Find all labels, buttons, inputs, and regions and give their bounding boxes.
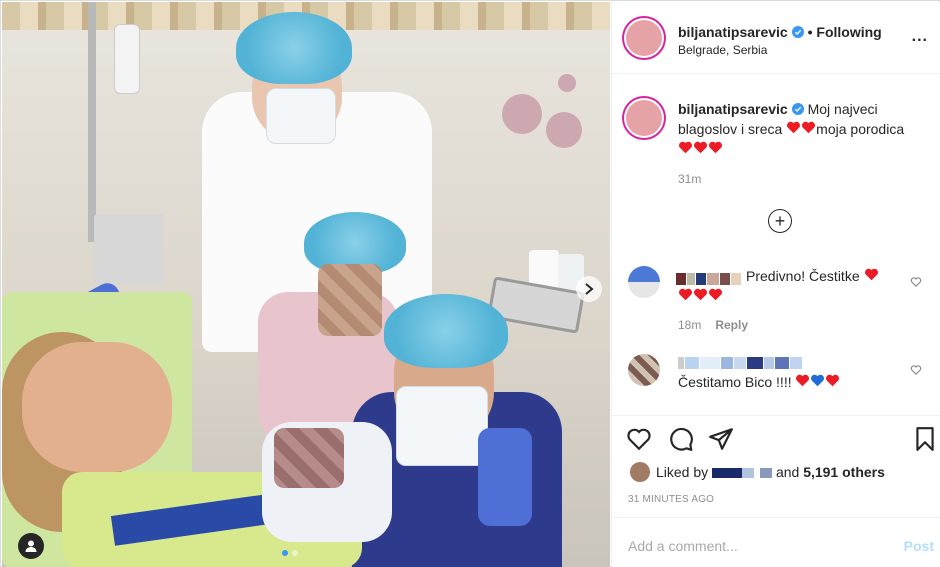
verified-badge-icon	[791, 26, 804, 38]
wall-flower	[558, 74, 576, 92]
carousel-dot	[292, 550, 298, 556]
caption-username[interactable]: biljanatipsarevic	[678, 101, 788, 117]
person-icon	[25, 540, 37, 552]
woman-in-bed	[22, 342, 172, 472]
blurred-face	[318, 264, 382, 336]
redacted-username[interactable]	[678, 356, 803, 369]
comment-hearts	[678, 286, 723, 306]
author-username[interactable]: biljanatipsarevic	[678, 24, 788, 40]
surgical-cap	[384, 294, 508, 368]
reply-button[interactable]: Reply	[715, 318, 748, 332]
red-heart-icon	[679, 288, 692, 301]
likes-count-link[interactable]: 5,191 others	[803, 464, 885, 480]
red-heart-icon	[802, 121, 816, 134]
share-icon[interactable]	[708, 426, 734, 452]
carousel-dot	[282, 550, 288, 556]
comment-meta: 18m Reply	[678, 318, 748, 332]
more-options-icon[interactable]: ...	[912, 28, 928, 46]
add-comment-bar: Add a comment... Post	[612, 517, 940, 567]
comment-text: Čestitamo Bico !!!!	[678, 372, 840, 392]
redacted-username[interactable]	[676, 272, 742, 285]
red-heart-icon	[826, 374, 840, 387]
post-caption: biljanatipsarevic Moj najveci blagoslov …	[678, 99, 928, 159]
instagram-post-modal: biljanatipsarevic • Following Belgrade, …	[0, 0, 940, 567]
likes-suffix: and	[775, 464, 800, 480]
author-avatar[interactable]	[626, 20, 662, 56]
red-heart-icon	[679, 141, 692, 154]
red-heart-icon	[709, 141, 722, 154]
blue-heart-icon	[811, 374, 825, 387]
save-bookmark-icon[interactable]	[912, 426, 938, 452]
post-header: biljanatipsarevic • Following Belgrade, …	[612, 2, 940, 74]
iv-bag	[114, 24, 140, 94]
post-comment-button[interactable]: Post	[904, 538, 934, 554]
likes-prefix: Liked by	[656, 464, 709, 480]
post-photo[interactable]	[2, 2, 610, 567]
comment-text: Predivno! Čestitke	[746, 266, 879, 286]
follow-separator: •	[807, 24, 813, 40]
red-heart-icon	[864, 268, 878, 281]
red-heart-icon	[787, 121, 801, 134]
chevron-right-icon	[585, 283, 594, 295]
comments-section: biljanatipsarevic Moj najveci blagoslov …	[612, 74, 940, 414]
comment-body: Predivno! Čestitke	[746, 268, 860, 284]
following-button[interactable]: Following	[816, 24, 881, 40]
post-timestamp[interactable]: 31 MINUTES AGO	[628, 494, 714, 505]
author-line: biljanatipsarevic • Following	[678, 24, 882, 40]
surgical-cap	[236, 12, 352, 84]
tagged-users-icon[interactable]	[18, 533, 44, 559]
commenter-avatar[interactable]	[628, 354, 660, 386]
wall-flower	[502, 94, 542, 134]
wall-flower	[546, 112, 582, 148]
comment-body: Čestitamo Bico !!!!	[678, 374, 792, 390]
blue-glove	[478, 428, 532, 526]
load-more-comments-button[interactable]: +	[768, 209, 792, 233]
likes-summary: Liked by and 5,191 others	[656, 464, 885, 480]
like-comment-icon[interactable]	[910, 276, 922, 288]
iv-pole	[88, 2, 96, 242]
caption-time: 31m	[678, 172, 702, 186]
redacted-liker-username[interactable]	[712, 468, 773, 478]
comment-icon[interactable]	[668, 426, 694, 452]
carousel-dots	[282, 550, 298, 556]
liker-avatar[interactable]	[630, 462, 650, 482]
red-heart-icon	[709, 288, 722, 301]
post-sidebar: biljanatipsarevic • Following Belgrade, …	[611, 2, 940, 567]
commenter-avatar[interactable]	[628, 266, 660, 298]
red-heart-icon	[694, 288, 707, 301]
post-location[interactable]: Belgrade, Serbia	[678, 43, 767, 57]
next-photo-button[interactable]	[576, 276, 602, 302]
blurred-face	[274, 428, 344, 488]
add-comment-input[interactable]: Add a comment...	[628, 538, 738, 554]
caption-text: moja porodica	[816, 121, 905, 137]
medical-machine	[94, 214, 164, 284]
verified-badge-icon	[791, 103, 804, 115]
red-heart-icon	[694, 141, 707, 154]
comment-time: 18m	[678, 318, 702, 332]
like-heart-icon[interactable]	[626, 426, 652, 452]
face-mask	[266, 88, 336, 144]
face-mask	[396, 386, 488, 466]
caption-avatar[interactable]	[626, 100, 662, 136]
like-comment-icon[interactable]	[910, 364, 922, 376]
red-heart-icon	[796, 374, 810, 387]
